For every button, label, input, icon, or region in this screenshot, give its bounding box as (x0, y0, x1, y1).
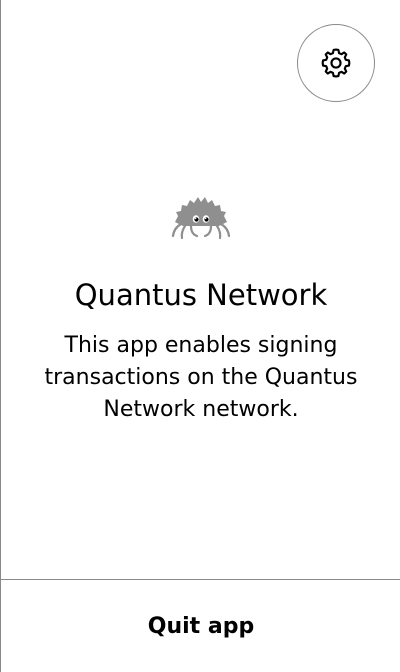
crab-body (175, 197, 227, 226)
crab-eye-glint-left (195, 217, 197, 220)
settings-button[interactable] (297, 24, 375, 102)
crab-legs (171, 222, 231, 240)
app-title: Quantus Network (74, 278, 328, 312)
crab-icon (171, 197, 231, 240)
quit-app-button[interactable]: Quit app (1, 580, 400, 672)
crab-eye-glint-right (205, 217, 207, 220)
crab-pupil-left (194, 217, 199, 222)
gear-icon (321, 48, 351, 78)
crab-pupil-right (204, 217, 209, 222)
app-description: This app enables signing transactions on… (44, 333, 358, 422)
app-frame: Quantus Network This app enables signing… (0, 0, 400, 672)
